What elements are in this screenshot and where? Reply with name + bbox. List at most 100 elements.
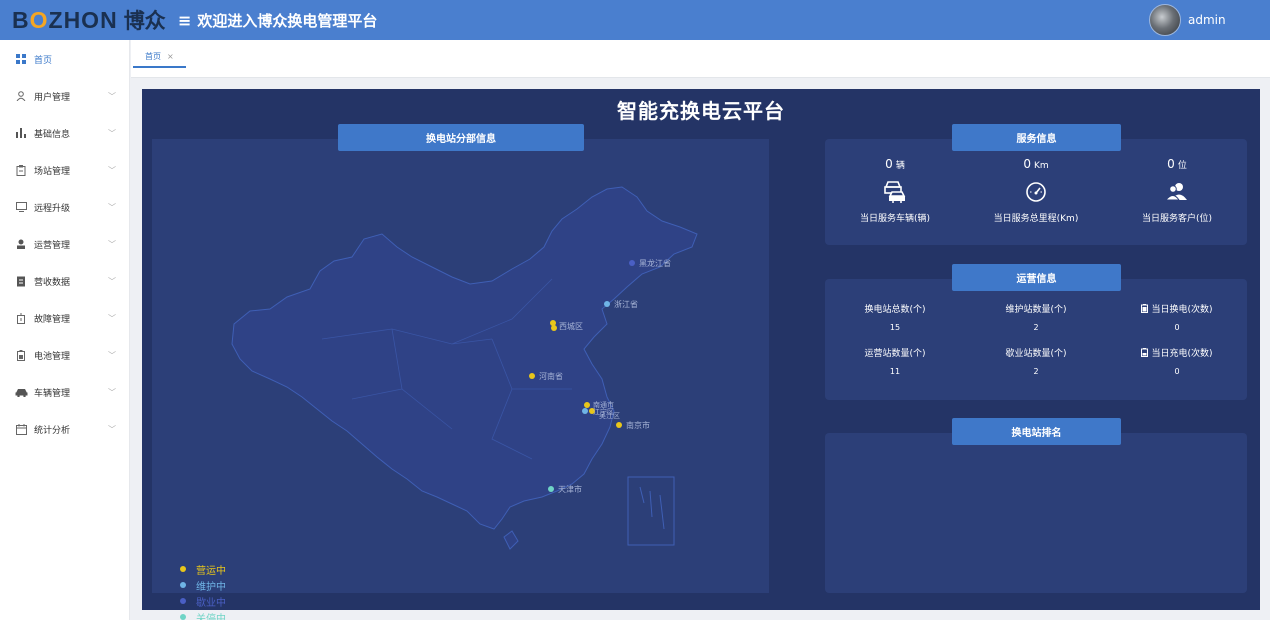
menu-toggle-icon[interactable]: ≡ (178, 11, 191, 30)
sidebar-item-label: 基础信息 (34, 129, 71, 140)
car-icon (14, 387, 28, 397)
china-outline (231, 186, 698, 530)
station-ranking-panel (825, 433, 1247, 593)
service-label: 当日服务客户(位) (1141, 214, 1213, 224)
chevron-down-icon: ﹀ (108, 387, 116, 397)
header-title: ≡ 欢迎进入博众换电管理平台 (178, 10, 377, 31)
speedometer-icon (966, 181, 1106, 203)
sidebar-item-label: 首页 (34, 55, 53, 66)
sidebar-item-users[interactable]: 用户管理 ﹀ (0, 82, 130, 110)
fault-icon (14, 312, 28, 324)
chevron-down-icon: ﹀ (108, 350, 116, 360)
user-name[interactable]: admin (1188, 13, 1226, 27)
sidebar-item-operations[interactable]: 运营管理 ﹀ (0, 230, 130, 258)
station-map-panel: 黑龙江省 浙江省 西城区 河南省 南通市 江宁区 吴江区 南京市 天津市 营运中… (152, 139, 769, 620)
sidebar-item-label: 车辆管理 (34, 388, 71, 399)
station-marker[interactable] (548, 486, 554, 492)
dashboard: 智能充换电云平台 黑龙江省 浙江省 西城区 河南省 南通市 江宁区 吴江区 南京… (142, 89, 1260, 620)
sidebar-item-vehicles[interactable]: 车辆管理 ﹀ (0, 378, 130, 406)
service-label: 当日服务总里程(Km) (993, 214, 1079, 224)
chevron-down-icon: ﹀ (108, 91, 116, 101)
sidebar-item-faults[interactable]: 故障管理 ﹀ (0, 304, 130, 332)
map-label: 吴江区 (599, 412, 620, 420)
service-label: 当日服务车辆(辆) (859, 214, 931, 224)
chevron-down-icon: ﹀ (108, 424, 116, 434)
chevron-down-icon: ﹀ (108, 202, 116, 212)
brand-logo: BOZHON 博众 (12, 6, 166, 34)
tab-home[interactable]: 首页 × (133, 46, 186, 68)
legend-item-shutdown[interactable]: 关停中 (180, 609, 226, 620)
ops-total-stations: 换电站总数(个) 15 (864, 305, 926, 332)
sidebar-item-stations[interactable]: 场站管理 ﹀ (0, 156, 130, 184)
sidebar-item-battery[interactable]: 电池管理 ﹀ (0, 341, 130, 369)
map-label: 黑龙江省 (639, 258, 671, 268)
chevron-down-icon: ﹀ (108, 239, 116, 249)
ops-operating-stations: 运营站数量(个) 11 (864, 349, 926, 376)
station-marker[interactable] (582, 408, 588, 414)
map-label: 南京市 (626, 420, 650, 430)
station-marker[interactable] (584, 402, 590, 408)
china-map[interactable]: 黑龙江省 浙江省 西城区 河南省 南通市 江宁区 吴江区 南京市 天津市 (152, 139, 769, 593)
service-customers: 0位 当日服务客户(位) (1107, 157, 1247, 224)
sidebar-item-statistics[interactable]: 统计分析 ﹀ (0, 415, 130, 443)
sidebar-item-label: 营收数据 (34, 277, 71, 288)
sidebar-item-basic-info[interactable]: 基础信息 ﹀ (0, 119, 130, 147)
ops-daily-charges: 当日充电(次数) 0 (1107, 346, 1247, 376)
service-mileage: 0 Km 当日服务总里程(Km) (966, 157, 1106, 224)
legend-item-closed-temporarily[interactable]: 歇业中 (180, 593, 226, 609)
sidebar-item-revenue[interactable]: 营收数据 ﹀ (0, 267, 130, 295)
sidebar-item-label: 场站管理 (34, 166, 71, 177)
chevron-down-icon: ﹀ (108, 128, 116, 138)
service-vehicles: 0辆 当日服务车辆(辆) (825, 157, 965, 224)
close-tab-icon[interactable]: × (167, 52, 174, 61)
legend-item-operating[interactable]: 营运中 (180, 561, 226, 577)
south-china-sea-inset (627, 476, 675, 546)
sidebar: 首页 用户管理 ﹀ 基础信息 ﹀ 场站管理 ﹀ 远程升级 ﹀ 运营管理 ﹀ 营收… (0, 40, 130, 620)
sidebar-item-label: 远程升级 (34, 203, 71, 214)
station-marker[interactable] (529, 373, 535, 379)
calendar-icon (14, 423, 28, 435)
service-value: 0 (1023, 157, 1031, 171)
map-label: 河南省 (539, 371, 563, 381)
sidebar-item-home[interactable]: 首页 (0, 45, 130, 73)
battery-icon (14, 349, 28, 361)
operations-info-panel: 换电站总数(个) 15 维护站数量(个) 2 当日换电(次数) 0 运营站数量(… (825, 279, 1247, 400)
ops-maintenance-stations: 维护站数量(个) 2 (1005, 305, 1067, 332)
service-panel-title: 服务信息 (952, 124, 1121, 151)
tab-label: 首页 (145, 51, 161, 61)
map-label: 西城区 (559, 322, 583, 331)
dashboard-title: 智能充换电云平台 (617, 99, 785, 123)
hainan-island (503, 530, 519, 550)
chevron-down-icon: ﹀ (108, 276, 116, 286)
sidebar-item-label: 统计分析 (34, 425, 71, 436)
chevron-down-icon: ﹀ (108, 313, 116, 323)
battery-swap-icon (1141, 304, 1149, 313)
grid-icon (14, 54, 28, 64)
station-marker[interactable] (604, 301, 610, 307)
map-label: 天津市 (558, 484, 582, 494)
sidebar-item-label: 故障管理 (34, 314, 71, 325)
users-icon (1107, 181, 1247, 203)
top-header: BOZHON 博众 ≡ 欢迎进入博众换电管理平台 admin (0, 0, 1270, 40)
legend-item-maintenance[interactable]: 维护中 (180, 577, 226, 593)
monitor-icon (14, 202, 28, 212)
map-panel-title: 换电站分部信息 (338, 124, 584, 151)
ops-daily-swaps: 当日换电(次数) 0 (1107, 302, 1247, 332)
avatar[interactable] (1149, 4, 1181, 36)
sidebar-item-remote-upgrade[interactable]: 远程升级 ﹀ (0, 193, 130, 221)
sidebar-item-label: 电池管理 (34, 351, 71, 362)
service-value: 0 (1167, 157, 1175, 171)
clipboard-icon (14, 164, 28, 176)
station-marker[interactable] (629, 260, 635, 266)
document-icon (14, 276, 28, 287)
ranking-panel-title: 换电站排名 (952, 418, 1121, 445)
station-marker[interactable] (551, 325, 557, 331)
vehicle-icon (825, 181, 965, 203)
charge-icon (1141, 348, 1149, 357)
operations-panel-title: 运营信息 (952, 264, 1121, 291)
header-title-text: 欢迎进入博众换电管理平台 (197, 12, 378, 30)
station-marker[interactable] (550, 320, 556, 326)
service-info-panel: 0辆 当日服务车辆(辆) 0 Km 当日服务总里程(Km) 0位 当日服务客户(位… (825, 139, 1247, 245)
station-marker[interactable] (616, 422, 622, 428)
chevron-down-icon: ﹀ (108, 165, 116, 175)
